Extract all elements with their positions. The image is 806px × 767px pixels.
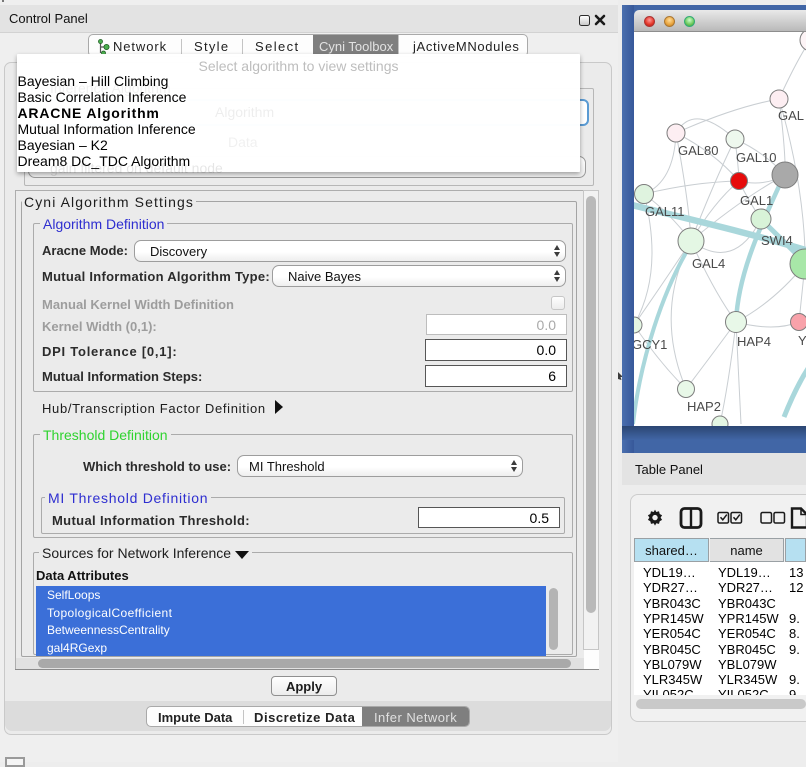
svg-text:GAL1: GAL1 (740, 193, 773, 208)
svg-text:GAL10: GAL10 (736, 150, 776, 165)
svg-text:HAP2: HAP2 (687, 399, 721, 414)
svg-text:GAL: GAL (778, 108, 804, 123)
svg-text:Y: Y (798, 333, 806, 348)
svg-text:SWI4: SWI4 (761, 233, 793, 248)
svg-text:GAL80: GAL80 (678, 143, 718, 158)
svg-text:HAP4: HAP4 (737, 334, 771, 349)
svg-text:GCY1: GCY1 (634, 337, 667, 352)
svg-text:GAL11: GAL11 (645, 204, 685, 219)
svg-text:GAL4: GAL4 (692, 256, 725, 271)
